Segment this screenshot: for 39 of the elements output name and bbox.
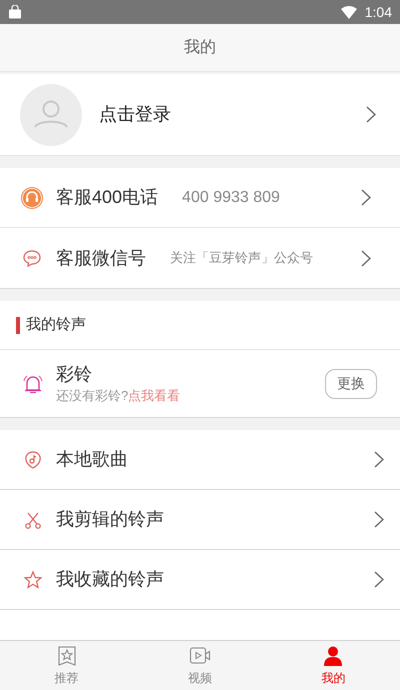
menu-row[interactable]: 我收藏的铃声 <box>0 550 400 610</box>
star-tab-icon <box>56 644 78 666</box>
chevron-icon <box>374 571 384 588</box>
service-row[interactable]: 客服400电话 400 9933 809 <box>0 168 400 228</box>
chevron-icon <box>366 106 376 123</box>
person-icon <box>322 644 344 666</box>
service-detail: 400 9933 809 <box>182 188 281 208</box>
bag-icon <box>8 5 22 19</box>
chevron-icon <box>374 511 384 528</box>
star-icon <box>23 570 43 590</box>
page-title: 我的 <box>184 38 216 58</box>
ringtone-title: 彩铃 <box>56 362 93 386</box>
ringtone-hint: 还没有彩铃? <box>56 386 128 405</box>
music-note-icon <box>23 450 43 470</box>
section-marker <box>16 316 20 334</box>
section-title: 我的铃声 <box>26 314 86 335</box>
chat-bubble-icon <box>22 248 42 268</box>
menu-row[interactable]: 本地歌曲 <box>0 430 400 490</box>
menu-label: 我收藏的铃声 <box>56 568 165 591</box>
video-icon <box>188 644 211 666</box>
service-label: 客服400电话 <box>56 186 158 209</box>
change-button[interactable]: 更换 <box>325 368 377 398</box>
menu-row[interactable]: 我剪辑的铃声 <box>0 490 400 550</box>
avatar-icon <box>20 84 82 146</box>
service-label: 客服微信号 <box>56 246 146 270</box>
wifi-icon <box>340 6 357 18</box>
chevron-icon <box>361 189 371 206</box>
menu-label: 本地歌曲 <box>56 448 129 471</box>
status-time: 1:04 <box>364 2 392 22</box>
menu-label: 我剪辑的铃声 <box>56 508 165 531</box>
headset-icon <box>20 186 44 210</box>
service-detail: 关注「豆芽铃声」公众号 <box>170 249 314 268</box>
service-row[interactable]: 客服微信号 关注「豆芽铃声」公众号 <box>0 228 400 288</box>
chevron-icon <box>374 451 384 468</box>
chevron-icon <box>361 250 371 266</box>
login-label: 点击登录 <box>99 103 172 126</box>
tab[interactable]: 我的 <box>266 641 400 690</box>
profile-row[interactable]: 点击登录 <box>0 74 400 156</box>
bell-icon <box>22 372 44 394</box>
